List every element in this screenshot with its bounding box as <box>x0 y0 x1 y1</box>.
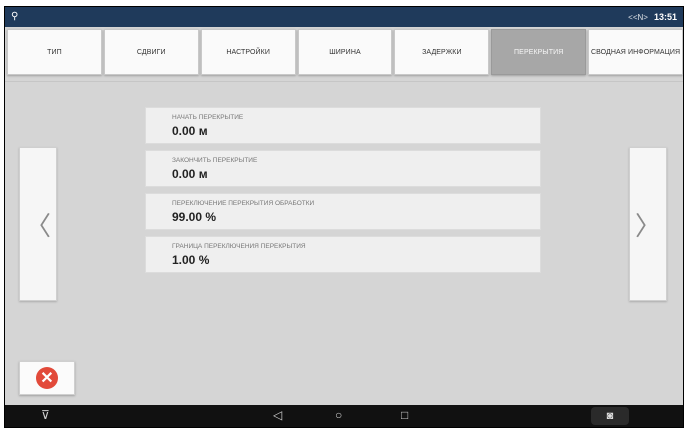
camera-icon[interactable]: ◙ <box>591 407 629 425</box>
tab-label: ТИП <box>47 48 62 56</box>
field-label: НАЧАТЬ ПЕРЕКРЫТИЕ <box>172 114 244 121</box>
tab-label: СВОДНАЯ ИНФОРМАЦИЯ <box>590 48 681 56</box>
end-overlap-field[interactable]: ЗАКОНЧИТЬ ПЕРЕКРЫТИЕ 0.00 м <box>145 150 541 187</box>
overlap-boundary-field[interactable]: ГРАНИЦА ПЕРЕКЛЮЧЕНИЯ ПЕРЕКРЫТИЯ 1.00 % <box>145 236 541 273</box>
overlap-switch-field[interactable]: ПЕРЕКЛЮЧЕНИЕ ПЕРЕКРЫТИЯ ОБРАБОТКИ 99.00 … <box>145 193 541 230</box>
cancel-button[interactable]: ✕ <box>19 361 75 395</box>
tab-label: ПЕРЕКРЫТИЯ <box>514 48 564 56</box>
chevron-left-icon: 〈 <box>24 210 51 241</box>
app-home-icon[interactable]: ⊽ <box>41 408 50 422</box>
signal-indicator: <<N> <box>628 12 648 22</box>
status-bar: ⚲ <<N> 13:51 <box>5 7 683 27</box>
tab-label: СДВИГИ <box>136 48 166 56</box>
previous-page-button[interactable]: 〈 <box>19 147 57 301</box>
next-page-button[interactable]: 〉 <box>629 147 667 301</box>
overlap-settings-list: НАЧАТЬ ПЕРЕКРЫТИЕ 0.00 м ЗАКОНЧИТЬ ПЕРЕК… <box>145 107 541 279</box>
tab-type[interactable]: ТИП <box>7 29 102 75</box>
back-icon[interactable]: ◁ <box>273 408 282 422</box>
field-value: 99.00 % <box>172 210 217 224</box>
field-label: ЗАКОНЧИТЬ ПЕРЕКРЫТИЕ <box>172 157 258 164</box>
field-value: 0.00 м <box>172 124 208 138</box>
field-value: 0.00 м <box>172 167 208 181</box>
home-icon[interactable]: ○ <box>335 408 342 422</box>
tab-label: НАСТРОЙКИ <box>226 48 270 56</box>
recents-icon[interactable]: □ <box>401 408 408 422</box>
tab-overlaps[interactable]: ПЕРЕКРЫТИЯ <box>491 29 587 75</box>
app-window: ⚲ <<N> 13:51 ТИП СДВИГИ НАСТРОЙКИ ШИРИНА… <box>4 6 684 428</box>
tab-delays[interactable]: ЗАДЕРЖКИ <box>394 29 490 75</box>
tab-settings[interactable]: НАСТРОЙКИ <box>200 29 296 75</box>
tab-label: ЗАДЕРЖКИ <box>422 48 462 56</box>
field-value: 1.00 % <box>172 253 210 267</box>
tab-shifts[interactable]: СДВИГИ <box>103 29 199 75</box>
field-label: ПЕРЕКЛЮЧЕНИЕ ПЕРЕКРЫТИЯ ОБРАБОТКИ <box>172 200 315 207</box>
status-right: <<N> 13:51 <box>628 12 677 22</box>
clock: 13:51 <box>653 12 677 22</box>
android-nav-bar: ⊽ ◁ ○ □ ◙ <box>5 405 683 427</box>
field-label: ГРАНИЦА ПЕРЕКЛЮЧЕНИЯ ПЕРЕКРЫТИЯ <box>172 243 306 250</box>
tab-bar: ТИП СДВИГИ НАСТРОЙКИ ШИРИНА ЗАДЕРЖКИ ПЕР… <box>7 29 683 75</box>
close-icon: ✕ <box>36 367 58 389</box>
tab-label: ШИРИНА <box>329 48 361 56</box>
tab-summary[interactable]: СВОДНАЯ ИНФОРМАЦИЯ <box>588 29 683 75</box>
tabs-divider <box>5 81 683 82</box>
tab-width[interactable]: ШИРИНА <box>297 29 393 75</box>
start-overlap-field[interactable]: НАЧАТЬ ПЕРЕКРЫТИЕ 0.00 м <box>145 107 541 144</box>
chevron-right-icon: 〉 <box>634 210 661 241</box>
notification-icon: ⚲ <box>11 11 19 22</box>
